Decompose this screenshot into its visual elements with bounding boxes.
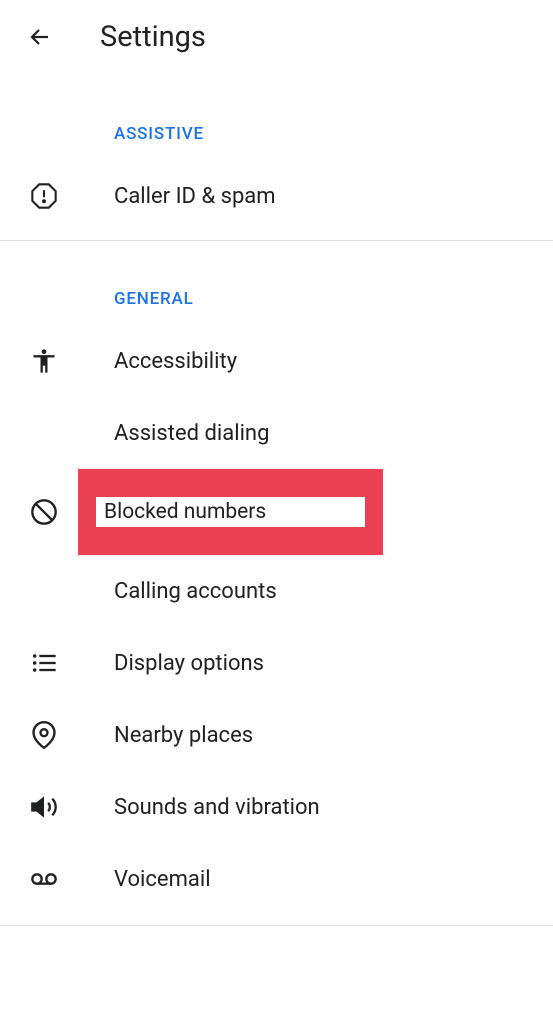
page-title: Settings bbox=[100, 20, 206, 54]
list-item-accessibility[interactable]: Accessibility bbox=[0, 325, 553, 397]
item-label: Sounds and vibration bbox=[114, 795, 320, 820]
empty-icon bbox=[30, 419, 58, 447]
item-label: Assisted dialing bbox=[114, 421, 269, 446]
empty-icon bbox=[30, 577, 58, 605]
alert-octagon-icon bbox=[30, 182, 58, 210]
list-item-nearby-places[interactable]: Nearby places bbox=[0, 699, 553, 771]
back-button[interactable] bbox=[28, 25, 52, 49]
voicemail-icon bbox=[30, 865, 58, 893]
list-item-assisted-dialing[interactable]: Assisted dialing bbox=[0, 397, 553, 469]
item-label: Blocked numbers bbox=[104, 500, 357, 524]
location-pin-icon bbox=[30, 721, 58, 749]
block-icon bbox=[30, 498, 58, 526]
list-item-display-options[interactable]: Display options bbox=[0, 627, 553, 699]
list-item-calling-accounts[interactable]: Calling accounts bbox=[0, 555, 553, 627]
divider bbox=[0, 925, 553, 926]
item-label: Caller ID & spam bbox=[114, 184, 276, 209]
app-header: Settings bbox=[0, 0, 553, 74]
list-item-voicemail[interactable]: Voicemail bbox=[0, 843, 553, 915]
arrow-left-icon bbox=[28, 24, 52, 50]
accessibility-icon bbox=[30, 347, 58, 375]
highlight-annotation: Blocked numbers bbox=[78, 469, 383, 555]
list-item-sounds-vibration[interactable]: Sounds and vibration bbox=[0, 771, 553, 843]
section-header-assistive: ASSISTIVE bbox=[0, 74, 553, 160]
item-label: Calling accounts bbox=[114, 579, 277, 604]
item-label: Accessibility bbox=[114, 349, 237, 374]
list-item-caller-id-spam[interactable]: Caller ID & spam bbox=[0, 160, 553, 232]
list-item-blocked-numbers[interactable]: Blocked numbers bbox=[0, 469, 553, 555]
volume-icon bbox=[30, 793, 58, 821]
item-label: Voicemail bbox=[114, 867, 211, 892]
item-label: Nearby places bbox=[114, 723, 253, 748]
list-icon bbox=[30, 649, 58, 677]
item-label: Display options bbox=[114, 651, 264, 676]
section-header-general: GENERAL bbox=[0, 241, 553, 325]
